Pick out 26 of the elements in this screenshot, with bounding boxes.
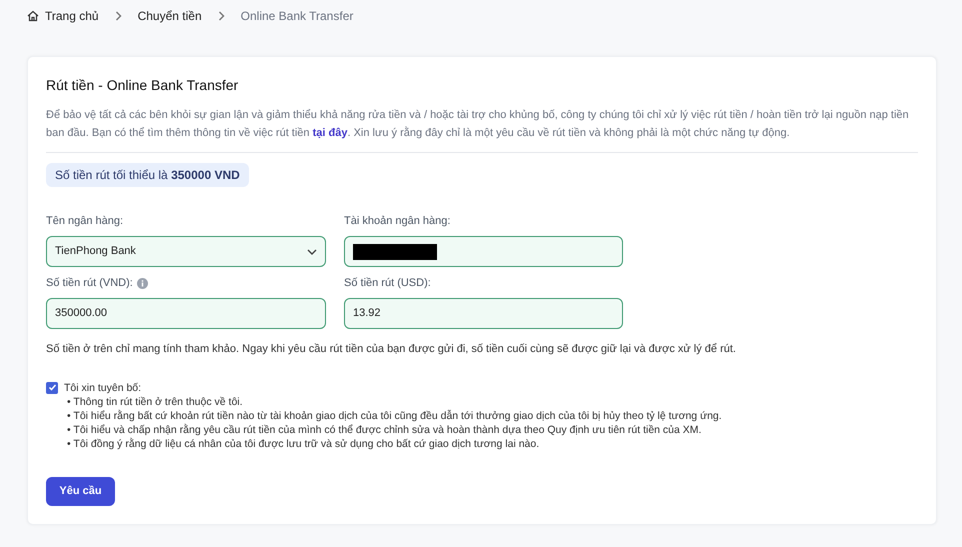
caret-icon	[307, 248, 317, 254]
declaration-item: • Tôi đồng ý rằng dữ liệu cá nhân của tôi được lưu trữ và sử dụng cho bất cứ giao dịch tương lai nào.	[66, 436, 540, 450]
breadcrumb-link[interactable]: Chuyển tiền	[138, 7, 202, 25]
request-button[interactable]: Yêu cầu	[46, 476, 115, 506]
amount-field[interactable]: 350000.00	[46, 298, 326, 329]
field-label: Số tiền rút (VND):	[46, 276, 133, 291]
note-text: Số tiền ở trên chỉ mang tính tham khảo. Ngay khi yêu cầu rút tiền của bạn được gửi đi, số tiền cuối cùng sẽ được giữ lại và được xử lý để rút.	[46, 342, 737, 357]
field-label: Số tiền rút (USD):	[344, 276, 431, 291]
amount-field[interactable]: 13.92	[344, 298, 623, 329]
info-link[interactable]: tại đây	[312, 127, 348, 139]
intro-paragraph: Để bảo vệ tất cả các bên khỏi sự gian lận và giảm thiểu khả năng rửa tiền và / hoặc tài trợ cho khủng bố, công ty chúng tôi chỉ xử lý việc rút tiền / hoàn tiền trở lại nguồn nạp tiền ban đầu. Bạn có thể tìm thêm thông tin về việc rút tiền tại đây. Xin lưu ý rằng đây chỉ là một yêu cầu về rút tiền và không phải là một chức năng tự động.	[46, 106, 918, 153]
declaration-checkbox[interactable]	[46, 382, 58, 394]
declaration-item: • Tôi hiểu rằng bất cứ khoản rút tiền nào từ tài khoản giao dịch của tôi cũng đều dẫn tới thưởng giao dịch của tôi bị hủy theo tỷ lệ tương ứng.	[66, 408, 722, 422]
declaration-item: • Tôi hiểu và chấp nhận rằng yêu cầu rút tiền của mình có thể được chỉnh sửa và hoàn thành dựa theo Quy định ưu tiên rút tiền của XM.	[66, 422, 702, 436]
home-icon	[27, 10, 39, 22]
breadcrumb-link[interactable]: Trang chủ	[45, 7, 99, 25]
card-title: Rút tiền - Online Bank Transfer	[46, 76, 240, 95]
minimum-amount-badge: Số tiền rút tối thiểu là 350000 VND	[46, 163, 249, 187]
field-label: Tên ngân hàng:	[46, 214, 124, 229]
bank-select[interactable]: TienPhong Bank	[46, 236, 326, 267]
chevron-icon	[114, 11, 122, 21]
declaration-item: • Thông tin rút tiền ở trên thuộc về tôi.	[66, 394, 244, 408]
field-label: Tài khoản ngân hàng:	[344, 214, 450, 229]
declaration-label: Tôi xin tuyên bố:	[64, 380, 142, 394]
account-field[interactable]	[344, 236, 623, 267]
chevron-icon	[218, 11, 225, 21]
